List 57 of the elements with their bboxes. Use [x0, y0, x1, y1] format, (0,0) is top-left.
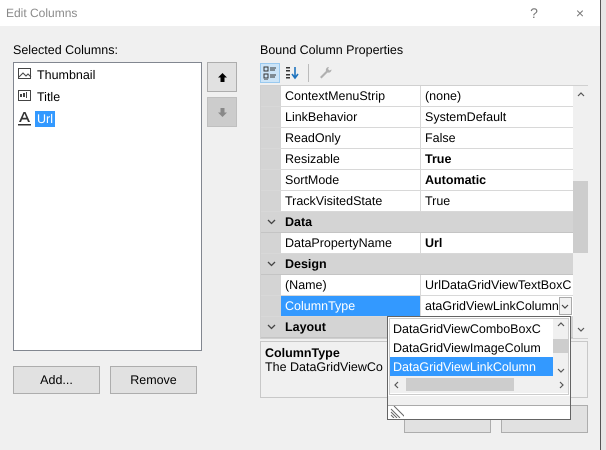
- scrollbar-thumb[interactable]: [553, 339, 568, 353]
- add-button[interactable]: Add...: [13, 366, 100, 394]
- textbox-icon: [17, 89, 32, 104]
- caret-down-icon: [561, 304, 570, 308]
- window-title: Edit Columns: [6, 6, 78, 20]
- category-row[interactable]: Data: [261, 212, 573, 233]
- property-value[interactable]: SystemDefault: [425, 110, 506, 124]
- property-value[interactable]: True: [425, 152, 452, 166]
- categorized-icon: [263, 66, 277, 80]
- dropdown-item[interactable]: DataGridViewImageColum: [390, 338, 553, 357]
- section-label: Selected Columns:: [13, 43, 119, 59]
- property-value[interactable]: UrlDataGridViewTextBoxC: [425, 278, 572, 292]
- image-icon: [17, 67, 32, 82]
- scrollbar[interactable]: [390, 376, 568, 393]
- description-text: The DataGridViewCo: [265, 360, 383, 374]
- property-name[interactable]: ReadOnly: [281, 128, 421, 148]
- dropdown-button[interactable]: [558, 297, 572, 315]
- property-name[interactable]: Resizable: [281, 149, 421, 169]
- property-value[interactable]: Url: [425, 236, 442, 250]
- scrollbar-thumb[interactable]: [406, 378, 514, 391]
- caret-left-icon: [394, 380, 399, 388]
- category-label: Design: [284, 257, 327, 271]
- property-name[interactable]: DataPropertyName: [281, 233, 421, 253]
- list-item[interactable]: Thumbnail: [35, 66, 98, 82]
- scrollbar-thumb[interactable]: [573, 181, 588, 253]
- property-value[interactable]: False: [425, 131, 456, 145]
- categorized-button[interactable]: [260, 63, 280, 83]
- property-name[interactable]: SortMode: [281, 170, 421, 190]
- link-column-icon: [17, 111, 32, 126]
- property-name[interactable]: LinkBehavior: [281, 107, 421, 127]
- section-label: Bound Column Properties: [260, 43, 404, 59]
- category-label: Layout: [284, 320, 326, 334]
- column-list[interactable]: Thumbnail Title Url: [13, 62, 202, 351]
- help-button[interactable]: ?: [514, 5, 554, 21]
- property-value[interactable]: True: [425, 194, 450, 208]
- remove-button[interactable]: Remove: [110, 366, 197, 394]
- category-label: Data: [284, 215, 312, 229]
- caret-down-icon: [576, 327, 584, 332]
- sort-icon: [285, 66, 299, 80]
- property-value[interactable]: ataGridViewLinkColumn: [425, 299, 559, 313]
- caret-up-icon: [576, 92, 584, 97]
- caret-right-icon: [559, 380, 564, 388]
- property-name[interactable]: ContextMenuStrip: [281, 86, 421, 106]
- list-item[interactable]: Title: [35, 88, 62, 104]
- dropdown-item[interactable]: DataGridViewComboBoxC: [390, 319, 553, 338]
- arrow-down-icon: [218, 108, 226, 116]
- close-button[interactable]: ×: [560, 5, 600, 21]
- scrollbar[interactable]: [573, 86, 588, 338]
- category-row[interactable]: Design: [261, 254, 573, 275]
- property-name[interactable]: (Name): [281, 275, 421, 295]
- move-up-button[interactable]: [207, 62, 237, 92]
- property-value[interactable]: Automatic: [425, 173, 486, 187]
- property-value[interactable]: (none): [425, 89, 462, 103]
- arrow-up-icon: [218, 72, 226, 82]
- property-name[interactable]: TrackVisitedState: [281, 191, 421, 211]
- description-title: ColumnType: [265, 346, 340, 360]
- scrollbar[interactable]: [553, 319, 568, 376]
